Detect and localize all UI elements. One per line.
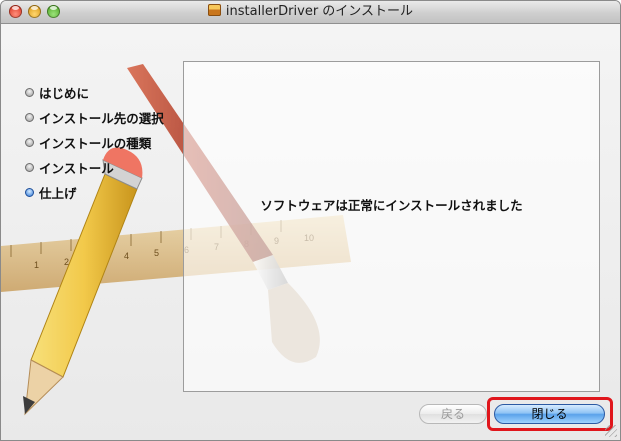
step-item-summary: 仕上げ xyxy=(25,180,164,205)
step-item-introduction: はじめに xyxy=(25,80,164,105)
step-bullet-icon xyxy=(25,113,34,122)
step-label: はじめに xyxy=(39,86,90,101)
window-title: installerDriver のインストール xyxy=(225,4,414,19)
step-item-destination: インストール先の選択 xyxy=(25,105,164,130)
step-label: インストール先の選択 xyxy=(39,111,164,126)
close-button-highlight xyxy=(487,397,613,431)
resize-grip-icon[interactable] xyxy=(605,425,617,437)
window-title-group: installerDriver のインストール xyxy=(1,4,620,20)
step-item-install: インストール xyxy=(25,155,164,180)
ruler-tick-label: 1 xyxy=(34,260,39,270)
step-bullet-icon xyxy=(25,163,34,172)
installer-window: installerDriver のインストール 1 2 4 5 はじめに インス… xyxy=(0,0,621,441)
step-bullet-icon xyxy=(25,88,34,97)
installer-package-icon xyxy=(207,4,221,16)
step-item-install-type: インストールの種類 xyxy=(25,130,164,155)
content-panel: ソフトウェアは正常にインストールされました xyxy=(183,61,600,392)
step-list: はじめに インストール先の選択 インストールの種類 インストール 仕上げ xyxy=(25,80,164,205)
step-label: インストール xyxy=(39,161,114,176)
ruler-tick-label: 4 xyxy=(124,251,129,261)
ruler-tick-label: 5 xyxy=(154,248,159,258)
step-label: インストールの種類 xyxy=(39,136,152,151)
back-button[interactable]: 戻る xyxy=(419,404,487,424)
step-label: 仕上げ xyxy=(39,186,77,201)
active-step-bullet-icon xyxy=(25,188,34,197)
install-success-message: ソフトウェアは正常にインストールされました xyxy=(260,198,523,213)
title-bar[interactable]: installerDriver のインストール xyxy=(1,1,620,24)
installer-content: 1 2 3 4 5 6 7 8 9 10 xyxy=(1,24,620,440)
step-bullet-icon xyxy=(25,138,34,147)
